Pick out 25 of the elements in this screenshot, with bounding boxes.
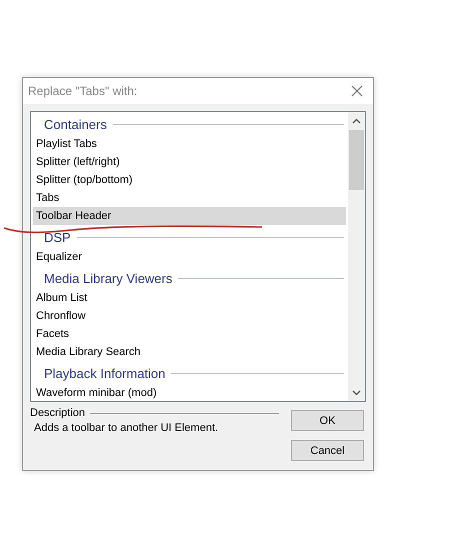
group-header: DSP <box>44 230 71 244</box>
list-item[interactable]: Media Library Search <box>33 343 346 361</box>
group-header: Media Library Viewers <box>44 270 172 286</box>
description-text: Adds a toolbar to another UI Element. <box>34 422 220 434</box>
scroll-thumb[interactable] <box>349 130 364 190</box>
list-item[interactable]: Facets <box>33 325 346 343</box>
group-header: Containers <box>44 116 107 132</box>
close-icon[interactable] <box>351 85 363 97</box>
list-item[interactable]: Splitter (left/right) <box>33 153 346 171</box>
list-item[interactable]: Toolbar Header <box>33 207 346 225</box>
window-title: Replace "Tabs" with: <box>28 84 138 98</box>
list-item[interactable]: Album List <box>33 289 346 307</box>
scrollbar[interactable] <box>348 112 365 401</box>
list-item[interactable]: Chronflow <box>33 307 346 325</box>
cancel-button[interactable]: Cancel <box>291 440 364 461</box>
ok-button[interactable]: OK <box>291 410 364 431</box>
scroll-up-icon[interactable] <box>352 118 361 124</box>
description-label: Description <box>30 407 86 419</box>
list-item[interactable]: Tabs <box>33 189 346 207</box>
list-item[interactable]: Splitter (top/bottom) <box>33 171 346 189</box>
list-item[interactable]: Equalizer <box>33 248 346 266</box>
list-item[interactable]: Waveform minibar (mod) <box>33 384 346 401</box>
group-header: Playback Information <box>44 366 166 380</box>
scroll-down-icon[interactable] <box>352 390 361 396</box>
list-item[interactable]: Playlist Tabs <box>33 135 346 153</box>
